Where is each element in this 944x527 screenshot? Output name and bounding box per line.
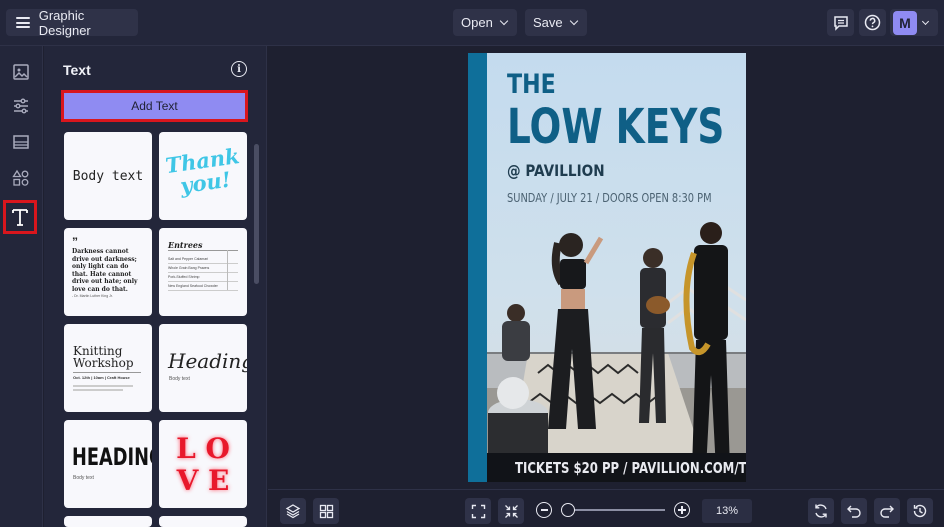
zoom-out-icon[interactable] — [536, 502, 552, 518]
history-icon — [913, 504, 927, 518]
poster-line-3[interactable]: @ PAVILLION — [507, 161, 605, 180]
app-title: Graphic Designer — [38, 7, 91, 38]
account-button[interactable]: M — [890, 9, 938, 36]
info-icon[interactable]: i — [231, 61, 247, 77]
help-icon — [864, 14, 881, 31]
rail-layouts[interactable] — [9, 130, 33, 154]
text-template-partial[interactable] — [64, 516, 152, 527]
text-template-quote[interactable]: ” Darkness cannot drive out darkness; on… — [64, 228, 152, 316]
tile-line1: L O — [176, 432, 230, 465]
tile-line2: V E — [176, 464, 230, 497]
tile-text: Heading — [168, 349, 247, 373]
undo-icon — [847, 505, 861, 518]
panel-scrollbar[interactable] — [254, 144, 259, 284]
grid-icon — [319, 504, 333, 518]
zoom-slider[interactable] — [569, 509, 665, 511]
panel-title: Text — [63, 62, 91, 78]
history-button[interactable] — [907, 498, 933, 524]
shrink-button[interactable] — [498, 498, 524, 524]
chevron-down-icon — [921, 17, 930, 25]
design-canvas[interactable]: THE LOW KEYS @ PAVILLION SUNDAY / JULY 2… — [268, 46, 944, 489]
collapse-icon — [504, 504, 518, 518]
avatar: M — [893, 10, 917, 35]
open-menu-button[interactable]: Open — [453, 9, 517, 36]
bottom-toolbar: 13% — [268, 489, 944, 527]
tile-text: Body text — [72, 168, 144, 184]
text-template-thank-you[interactable]: Thank you! — [159, 132, 247, 220]
poster[interactable]: THE LOW KEYS @ PAVILLION SUNDAY / JULY 2… — [468, 53, 746, 482]
quote-mark-icon: ” — [72, 235, 78, 249]
text-template-heading-bold[interactable]: HEADING Body text — [64, 420, 152, 508]
tile-details: Oct. 12th | 10am | Craft House — [73, 375, 130, 380]
shapes-icon — [12, 169, 29, 186]
app-menu-button[interactable]: Graphic Designer — [6, 7, 138, 38]
tile-text: HEADING — [72, 443, 152, 471]
image-icon — [13, 64, 29, 80]
text-template-heading-script[interactable]: Heading Body text — [159, 324, 247, 412]
text-template-knitting[interactable]: Knitting Workshop Oct. 12th | 10am | Cra… — [64, 324, 152, 412]
tile-line2: Workshop — [73, 356, 134, 370]
help-button[interactable] — [859, 9, 886, 36]
text-icon — [12, 209, 28, 226]
refresh-button[interactable] — [808, 498, 834, 524]
poster-line-1[interactable]: THE — [507, 69, 556, 100]
tool-rail — [0, 46, 43, 527]
tile-sub: Body text — [169, 376, 190, 382]
zoom-slider-handle[interactable] — [561, 503, 575, 517]
text-template-menu[interactable]: Entrees Salt and Pepper Calamari Whole G… — [159, 228, 247, 316]
tile-text: Thank you! — [163, 143, 241, 199]
zoom-in-icon[interactable] — [674, 502, 690, 518]
poster-footer-text[interactable]: TICKETS $20 PP / PAVILLION.COM/TIX — [515, 459, 746, 477]
redo-button[interactable] — [874, 498, 900, 524]
layers-icon — [285, 504, 301, 519]
refresh-icon — [815, 504, 827, 518]
chevron-down-icon — [499, 16, 509, 26]
poster-line-2[interactable]: LOW KEYS — [507, 99, 724, 155]
sliders-icon — [14, 98, 28, 114]
tile-author: - Dr. Martin Luther King Jr. — [72, 294, 113, 298]
text-template-love[interactable]: L O V E — [159, 420, 247, 508]
save-label: Save — [533, 15, 563, 30]
layers-button[interactable] — [280, 498, 306, 524]
undo-button[interactable] — [841, 498, 867, 524]
tile-title: Entrees — [168, 240, 203, 250]
rail-graphics[interactable] — [9, 166, 33, 190]
rail-text[interactable] — [3, 200, 37, 234]
layout-icon — [13, 135, 29, 149]
save-menu-button[interactable]: Save — [525, 9, 587, 36]
text-template-body[interactable]: Body text — [64, 132, 152, 220]
poster-line-4[interactable]: SUNDAY / JULY 21 / DOORS OPEN 8:30 PM — [507, 191, 712, 205]
hamburger-icon — [16, 17, 30, 28]
text-template-partial[interactable] — [159, 516, 247, 527]
add-text-button[interactable]: Add Text — [61, 90, 248, 122]
expand-icon — [471, 504, 485, 518]
grid-button[interactable] — [313, 498, 339, 524]
redo-icon — [880, 505, 894, 518]
zoom-value[interactable]: 13% — [702, 499, 752, 523]
feedback-button[interactable] — [827, 9, 854, 36]
tile-sub: Body text — [73, 475, 94, 481]
comment-icon — [833, 15, 848, 31]
rail-adjust[interactable] — [9, 94, 33, 118]
chevron-down-icon — [569, 16, 578, 26]
text-panel: Text i Add Text Body text Thank you! ” D… — [44, 46, 267, 527]
fit-screen-button[interactable] — [465, 498, 491, 524]
poster-stripe — [468, 53, 487, 482]
top-bar: Graphic Designer Open Save M — [0, 0, 944, 46]
open-label: Open — [461, 15, 493, 30]
rail-images[interactable] — [9, 60, 33, 84]
tile-text: Darkness cannot drive out darkness; only… — [72, 248, 138, 293]
